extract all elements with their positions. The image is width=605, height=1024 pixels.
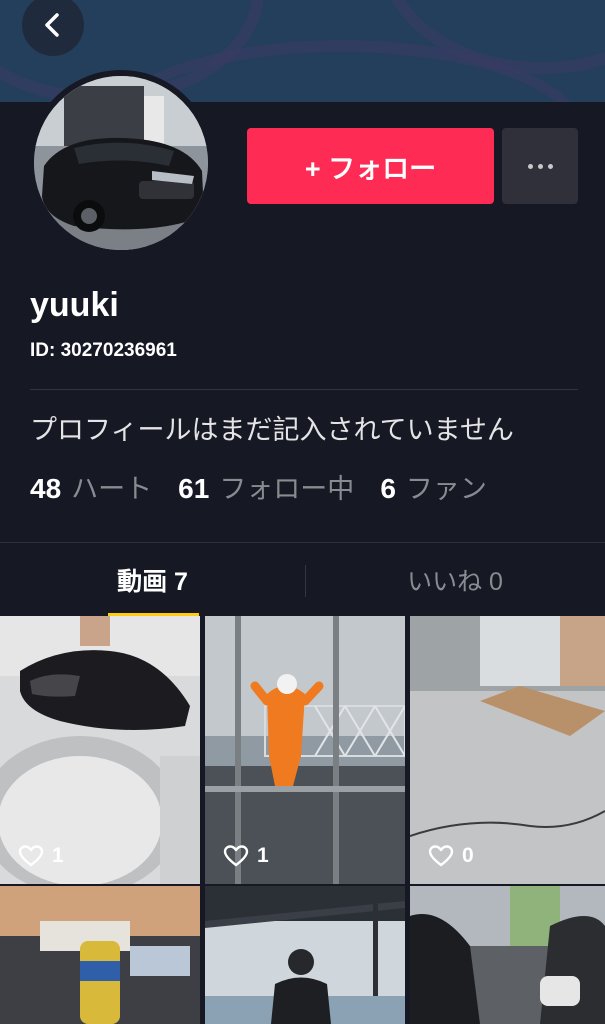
tab-likes[interactable]: いいね 0 — [305, 543, 605, 617]
tab-videos[interactable]: 動画 7 — [0, 543, 305, 617]
video-thumbnail[interactable] — [410, 886, 605, 1024]
hearts-count: 48 — [30, 473, 62, 504]
video-likes: 1 — [18, 844, 64, 868]
more-dots-icon — [527, 163, 553, 169]
following-count[interactable]: 61 — [178, 473, 209, 505]
more-options-button[interactable] — [502, 128, 578, 204]
video-likes-count: 1 — [52, 844, 64, 867]
profile-stats: 48 ハート 61 フォロー中 6 ファン — [30, 467, 513, 506]
video-likes-count: 1 — [257, 844, 269, 867]
video-thumbnail[interactable]: 0 — [410, 616, 605, 884]
video-thumbnail[interactable]: 1 — [205, 616, 405, 884]
follow-button[interactable]: + フォロー — [247, 128, 494, 204]
profile-tabs: 動画 7 いいね 0 — [0, 542, 605, 617]
fans-label[interactable]: ファン — [406, 467, 487, 506]
heart-outline-icon — [428, 845, 454, 867]
video-likes-count: 0 — [462, 844, 474, 867]
heart-outline-icon — [223, 845, 249, 867]
chevron-left-icon — [45, 13, 59, 37]
following-label[interactable]: フォロー中 — [219, 467, 354, 506]
username: yuuki — [30, 286, 119, 324]
heart-outline-icon — [18, 845, 44, 867]
video-thumbnail[interactable] — [0, 886, 200, 1024]
user-id: ID: 30270236961 — [30, 340, 177, 361]
avatar-image — [34, 76, 208, 250]
bio-text: プロフィールはまだ記入されていません — [30, 415, 514, 445]
avatar[interactable] — [28, 70, 214, 256]
video-likes: 0 — [428, 844, 474, 868]
video-thumbnail[interactable]: 1 — [0, 616, 200, 884]
hearts-label: ハート — [71, 474, 153, 504]
divider — [30, 389, 578, 390]
video-thumbnail[interactable] — [205, 886, 405, 1024]
video-likes: 1 — [223, 844, 269, 868]
fans-count[interactable]: 6 — [380, 473, 396, 505]
